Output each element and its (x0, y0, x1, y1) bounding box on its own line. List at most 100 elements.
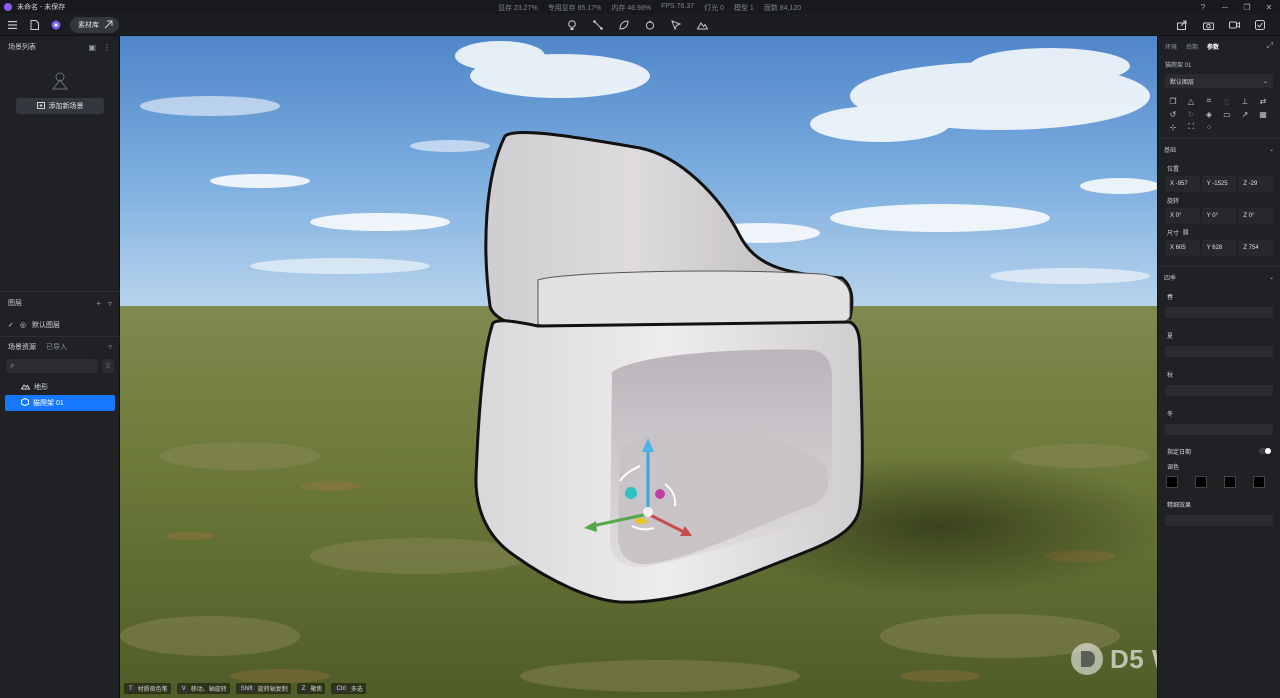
layer-visibility-icon[interactable]: ◎ (20, 321, 26, 329)
terrain-icon[interactable] (694, 17, 710, 33)
specify-date-toggle[interactable] (1259, 448, 1271, 454)
camera-icon[interactable] (1200, 17, 1216, 33)
tree-item-cat-tree[interactable]: 猫爬架 01 (5, 395, 115, 411)
object-name: 猫爬架 01 (1165, 62, 1192, 69)
color-swatch[interactable] (1253, 476, 1265, 488)
shortcut-label: 多选 (350, 687, 363, 693)
size-x-input[interactable]: X 605 (1165, 240, 1200, 256)
refresh-icon[interactable]: ↻ (1186, 109, 1196, 119)
shortcut-hint: Shift 旋转轴复制 (235, 683, 291, 694)
season-winter-label: 冬 (1167, 411, 1174, 418)
layer-dropdown[interactable]: 默认图层 ⌄ (1165, 74, 1273, 88)
position-z-input[interactable]: Z -29 (1238, 176, 1274, 192)
link-icon[interactable]: ⛓ (1182, 229, 1190, 236)
season-spring-bar[interactable] (1165, 307, 1273, 318)
chevron-down-icon: ⌄ (1268, 275, 1274, 281)
assets-collapse-icon[interactable]: ▿ (108, 343, 112, 351)
shortcut-hint: T 材质吸色笔 (124, 683, 171, 694)
size-z-input[interactable]: Z 754 (1238, 240, 1274, 256)
focus-icon[interactable]: ⌗ (1204, 96, 1214, 106)
close-icon[interactable]: ✕ (1258, 0, 1280, 14)
leaf-icon[interactable] (616, 17, 632, 33)
seasons-section-header[interactable]: 四季 ⌄ (1158, 266, 1280, 288)
rotation-z-input[interactable]: Z 0° (1238, 208, 1274, 224)
video-icon[interactable] (1226, 17, 1242, 33)
filter-grid-icon[interactable]: ⁞⁞ (102, 359, 114, 373)
fine-effect-bar[interactable] (1165, 515, 1273, 526)
size-y-input[interactable]: Y 628 (1201, 240, 1237, 256)
shortcut-label: 材质吸色笔 (137, 687, 168, 693)
pin-icon[interactable]: ⤢ (1267, 41, 1273, 51)
shortcut-hint: V 移动、轴旋转 (176, 683, 230, 694)
asset-library-button[interactable]: 素材库 (70, 17, 119, 33)
align-icon[interactable]: △ (1186, 96, 1196, 106)
tab-post[interactable]: 后期 (1186, 42, 1198, 51)
layer-check-icon[interactable]: ✓ (8, 321, 14, 329)
menu-icon[interactable] (4, 17, 20, 33)
performance-stats: 显存 23.27% 专用显存 85.17% 内存 46.98% FPS 76.3… (498, 3, 801, 13)
place-ground-icon[interactable]: ⊥ (1240, 96, 1250, 106)
season-autumn-bar[interactable] (1165, 385, 1273, 396)
scene-render[interactable] (120, 36, 1157, 698)
plugin-icon[interactable] (48, 17, 64, 33)
export-icon[interactable]: ↗ (1240, 109, 1250, 119)
stat-vram: 显存 23.27% (498, 5, 538, 12)
position-y-input[interactable]: Y -1525 (1201, 176, 1237, 192)
material-icon[interactable]: ◈ (1204, 109, 1214, 119)
color-swatch[interactable] (1224, 476, 1236, 488)
lock-icon[interactable]: ▯ (1222, 96, 1232, 106)
layers-collapse-icon[interactable]: ▿ (108, 299, 112, 308)
viewport-3d[interactable] (120, 36, 1157, 698)
scene-list-header: 场景列表 ▣ ⋮ (0, 36, 119, 58)
main-toolbar: 素材库 (0, 14, 1280, 36)
brush-select-icon[interactable] (668, 17, 684, 33)
shortcut-hint: Ctrl 多选 (331, 683, 366, 694)
rotation-label: 旋转 (1167, 198, 1180, 205)
copy-icon[interactable]: ❐ (1168, 96, 1178, 106)
particle-icon[interactable] (642, 17, 658, 33)
share-icon[interactable] (1174, 17, 1190, 33)
layer-item-default[interactable]: ✓ ◎ 默认图层 (0, 314, 120, 336)
properties-tabs: 环境 后期 参数 ⤢ (1158, 36, 1280, 56)
light-icon[interactable] (564, 17, 580, 33)
group-icon[interactable]: ▦ (1258, 109, 1268, 119)
scene-more-icon[interactable]: ⋮ (103, 43, 111, 52)
scene-folder-icon[interactable]: ▣ (88, 43, 96, 52)
minimize-icon[interactable]: ─ (1214, 0, 1236, 14)
library-toggle-icon[interactable] (104, 20, 113, 31)
fine-effect-label: 精细效果 (1167, 502, 1192, 509)
left-panel: 场景列表 ▣ ⋮ 添加新场景 图层 + ▿ ✓ ◎ 默认图层 场景资源 已导入 … (0, 36, 120, 698)
tab-parameters[interactable]: 参数 (1207, 42, 1219, 51)
tab-environment[interactable]: 环境 (1165, 42, 1177, 51)
rotation-x-input[interactable]: X 0° (1165, 208, 1200, 224)
scale-icon[interactable]: ⛶ (1186, 122, 1196, 132)
add-scene-button[interactable]: 添加新场景 (16, 98, 104, 114)
layers-section: 图层 + ▿ ✓ ◎ 默认图层 场景资源 已导入 ▿ ⌕ ⁞⁞ 地形 猫爬架 0… (0, 291, 120, 411)
season-winter-bar[interactable] (1165, 424, 1273, 435)
scatter-icon[interactable]: ⁘ (1204, 122, 1214, 132)
color-swatch[interactable] (1166, 476, 1178, 488)
season-summer-bar[interactable] (1165, 346, 1273, 357)
folder-icon[interactable]: ▭ (1222, 109, 1232, 119)
position-x-input[interactable]: X -957 (1165, 176, 1200, 192)
color-swatch[interactable] (1195, 476, 1207, 488)
file-icon[interactable] (26, 17, 42, 33)
path-tool-icon[interactable] (590, 17, 606, 33)
help-icon[interactable]: ? (1192, 0, 1214, 14)
transform-icon[interactable]: ⊹ (1168, 122, 1178, 132)
render-queue-icon[interactable] (1252, 17, 1268, 33)
tab-scene-assets[interactable]: 场景资源 (8, 342, 36, 352)
reset-icon[interactable]: ↺ (1168, 109, 1178, 119)
scene-list-title: 场景列表 (8, 44, 36, 51)
tab-imported[interactable]: 已导入 (46, 342, 67, 352)
basic-section-header[interactable]: 基础 ⌄ (1158, 138, 1280, 160)
assets-search-input[interactable]: ⌕ (6, 359, 98, 373)
replace-icon[interactable]: ⇄ (1258, 96, 1268, 106)
add-layer-icon[interactable]: + (96, 299, 101, 308)
asset-library-label: 素材库 (78, 22, 99, 29)
tree-item-terrain[interactable]: 地形 (5, 379, 115, 395)
rotation-y-input[interactable]: Y 0° (1201, 208, 1237, 224)
chevron-down-icon: ⌄ (1268, 147, 1274, 153)
restore-icon[interactable]: ❐ (1236, 0, 1258, 14)
position-fields: X -957 Y -1525 Z -29 (1158, 176, 1280, 192)
